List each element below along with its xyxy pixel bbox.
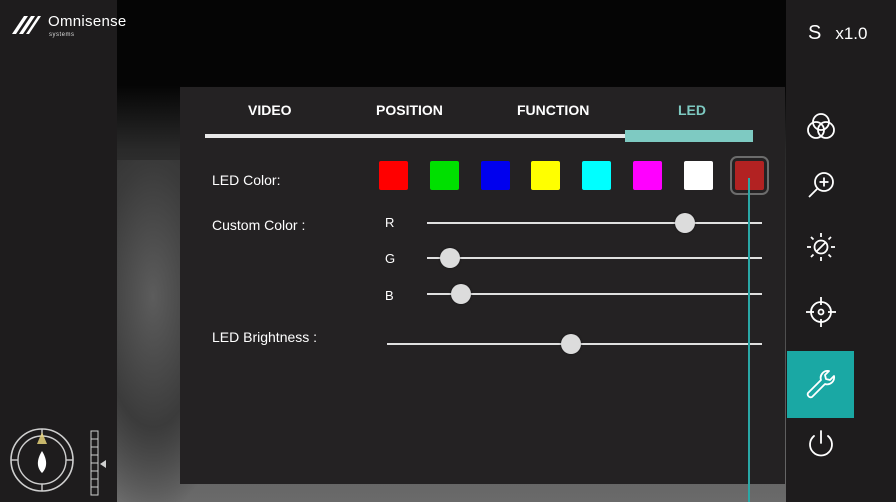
settings-panel: VIDEO POSITION FUNCTION LED LED Color: C… [180, 87, 785, 484]
power-icon [808, 429, 833, 456]
zoom-level: x1.0 [835, 24, 868, 43]
brightness-icon [806, 232, 835, 261]
brightness-button[interactable] [787, 213, 854, 280]
custom-color-label: Custom Color : [212, 217, 306, 233]
tab-led[interactable]: LED [678, 102, 706, 118]
slider-blue[interactable] [427, 284, 762, 304]
tab-position[interactable]: POSITION [376, 102, 443, 118]
tilt-scale-icon [90, 430, 106, 496]
color-swatch-1[interactable] [430, 161, 459, 190]
color-swatch-3[interactable] [531, 161, 560, 190]
mode-indicator: S [808, 22, 822, 44]
slider-green[interactable] [427, 248, 762, 268]
channel-g-label: G [385, 251, 396, 266]
status-readout: S x1.0 [808, 22, 867, 45]
tab-active-indicator [625, 130, 753, 142]
color-swatch-0[interactable] [379, 161, 408, 190]
tab-function[interactable]: FUNCTION [517, 102, 589, 118]
tab-bar: VIDEO POSITION FUNCTION LED [180, 87, 785, 142]
color-circles-icon [806, 112, 835, 139]
power-button[interactable] [787, 410, 854, 477]
slider-red-track [427, 222, 762, 224]
slider-blue-track [427, 293, 762, 295]
color-swatch-5[interactable] [633, 161, 662, 190]
slider-brightness[interactable] [387, 334, 762, 354]
slider-brightness-thumb[interactable] [560, 334, 581, 354]
channel-r-label: R [385, 215, 395, 230]
target-button[interactable] [787, 278, 854, 345]
brand-mark-icon [12, 16, 41, 34]
color-filter-button[interactable] [787, 93, 854, 160]
brand-sub: systems [49, 32, 75, 38]
slider-red-thumb[interactable] [674, 213, 695, 233]
slider-blue-thumb[interactable] [450, 284, 471, 304]
settings-button[interactable] [787, 351, 854, 418]
color-swatch-2[interactable] [481, 161, 510, 190]
led-brightness-label: LED Brightness : [212, 329, 318, 345]
zoom-in-button[interactable] [787, 152, 854, 219]
crosshair-icon [805, 296, 836, 327]
zoom-in-icon [807, 171, 834, 198]
led-color-label: LED Color: [212, 172, 281, 188]
slider-green-thumb[interactable] [440, 248, 461, 268]
brand-logo: Omnisense systems [10, 12, 126, 44]
slider-green-track [427, 257, 762, 259]
color-swatch-4[interactable] [582, 161, 611, 190]
compass-icon [10, 428, 74, 492]
selection-pointer-line [748, 178, 750, 502]
wrench-icon [806, 369, 835, 398]
color-swatch-6[interactable] [684, 161, 713, 190]
tab-video[interactable]: VIDEO [248, 102, 292, 118]
channel-b-label: B [385, 288, 394, 303]
slider-red[interactable] [427, 213, 762, 233]
brand-name: Omnisense [48, 13, 127, 30]
